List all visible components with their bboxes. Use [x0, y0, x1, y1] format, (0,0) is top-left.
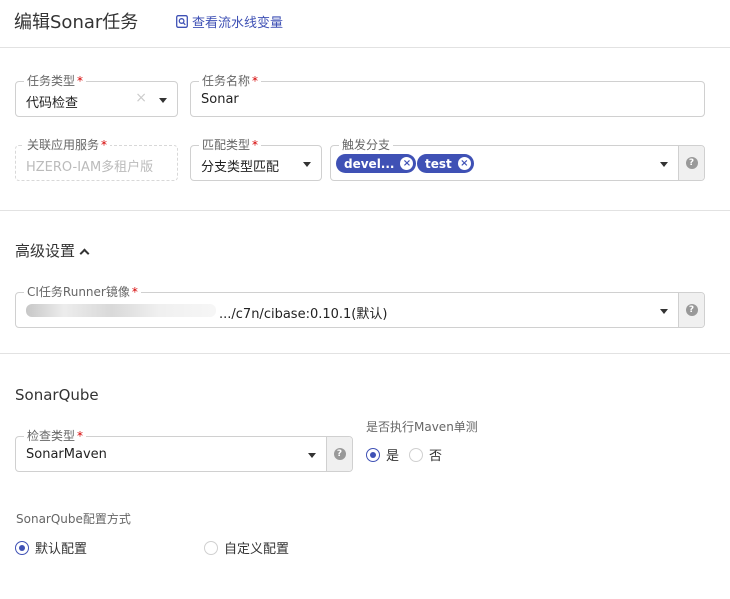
page-title: 编辑Sonar任务 [14, 12, 139, 33]
help-button[interactable]: ? [326, 437, 352, 471]
config-mode-option-custom[interactable]: 自定义配置 [204, 537, 289, 557]
tag-remove-icon[interactable]: × [457, 157, 471, 170]
radio-checked-icon [366, 447, 380, 462]
chevron-down-icon [303, 162, 311, 167]
help-button[interactable]: ? [678, 293, 704, 327]
view-pipeline-variables-label: 查看流水线变量 [192, 16, 284, 31]
match-type-select[interactable]: 匹配类型 * 分支类型匹配 [190, 137, 322, 181]
match-type-value: 分支类型匹配 [201, 160, 280, 175]
linked-service-label: 关联应用服务 * [24, 137, 111, 153]
trigger-branch-select[interactable]: 触发分支 devel... × test × ? [330, 137, 705, 181]
task-type-label: 任务类型 * [24, 73, 87, 89]
clear-icon[interactable]: × [135, 90, 147, 106]
check-type-select[interactable]: 检查类型 * SonarMaven ? [15, 428, 353, 472]
branch-tag-label: test [425, 156, 452, 171]
help-button[interactable]: ? [678, 146, 704, 180]
task-type-value: 代码检查 [26, 96, 79, 111]
maven-test-no-label: 否 [429, 449, 443, 464]
match-type-label: 匹配类型 * [199, 137, 262, 153]
view-pipeline-variables-link[interactable]: 查看流水线变量 [176, 12, 283, 31]
radio-unchecked-icon [409, 447, 423, 462]
chevron-down-icon [308, 453, 316, 458]
radio-checked-icon [15, 540, 29, 555]
branch-tag: devel... × [336, 154, 417, 173]
help-icon: ? [685, 157, 698, 169]
help-icon: ? [333, 448, 346, 460]
radio-unchecked-icon [204, 540, 218, 555]
sonarqube-section-title: SonarQube [15, 386, 99, 404]
maven-test-yes-label: 是 [386, 449, 400, 464]
config-default-label: 默认配置 [35, 542, 88, 557]
help-icon: ? [685, 304, 698, 316]
trigger-branch-label: 触发分支 [339, 137, 394, 153]
maven-test-option-no[interactable]: 否 [409, 444, 442, 464]
runner-image-label: CI任务Runner镜像 * [24, 284, 141, 300]
chevron-up-icon [79, 248, 90, 259]
tag-remove-icon[interactable]: × [400, 157, 414, 170]
advanced-settings-toggle[interactable]: 高级设置 [15, 240, 90, 261]
maven-test-option-yes[interactable]: 是 [366, 444, 399, 464]
redacted-image-prefix [26, 304, 216, 317]
task-type-select[interactable]: 任务类型 * 代码检查 × [15, 73, 178, 117]
chevron-down-icon [159, 98, 167, 103]
branch-tag-label: devel... [344, 156, 395, 171]
task-name-value: Sonar [201, 92, 239, 107]
config-custom-label: 自定义配置 [224, 542, 290, 557]
linked-service-placeholder: HZERO-IAM多租户版 [26, 160, 154, 175]
check-type-label: 检查类型 * [24, 428, 87, 444]
check-type-value: SonarMaven [26, 447, 107, 462]
task-name-label: 任务名称 * [199, 73, 262, 89]
advanced-settings-title: 高级设置 [15, 242, 76, 260]
search-doc-icon [176, 15, 188, 28]
task-name-input[interactable]: 任务名称 * Sonar [190, 73, 705, 117]
runner-image-select[interactable]: CI任务Runner镜像 * .../c7n/cibase:0.10.1(默认) … [15, 284, 705, 328]
chevron-down-icon [660, 162, 668, 167]
section-divider [0, 210, 730, 211]
branch-tag: test × [417, 154, 474, 173]
chevron-down-icon [660, 309, 668, 314]
maven-test-label: 是否执行Maven单测 [366, 420, 478, 434]
config-mode-option-default[interactable]: 默认配置 [15, 537, 87, 557]
config-mode-label: SonarQube配置方式 [16, 512, 131, 526]
section-divider [0, 353, 730, 354]
header-divider [0, 47, 730, 48]
runner-image-value: .../c7n/cibase:0.10.1(默认) [219, 307, 388, 322]
linked-service-select: 关联应用服务 * HZERO-IAM多租户版 [15, 137, 178, 181]
